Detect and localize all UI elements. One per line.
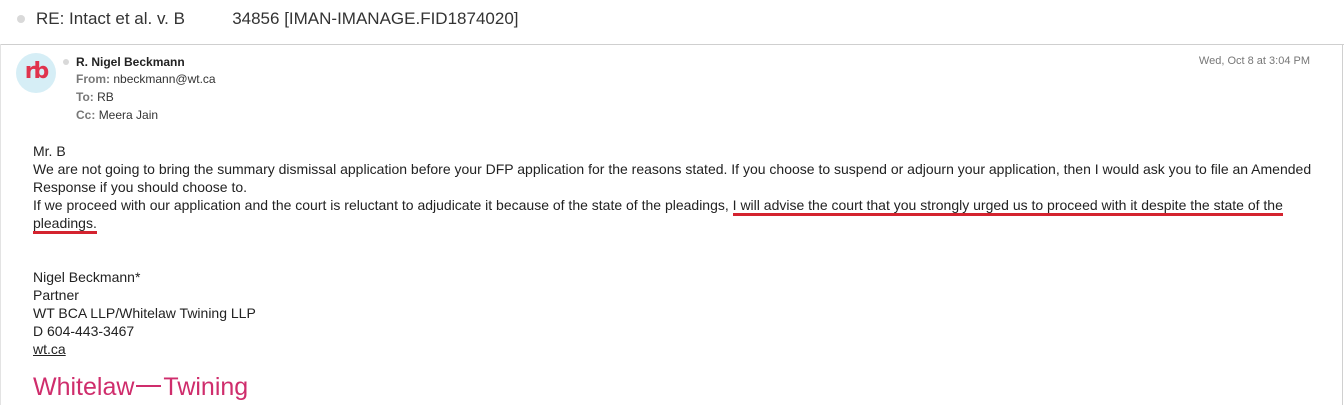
from-address[interactable]: nbeckmann@wt.ca <box>113 72 215 86</box>
avatar-initials: rb <box>24 59 50 84</box>
body-paragraph-1: We are not going to bring the summary di… <box>33 161 1312 195</box>
signature-name: Nigel Beckmann* <box>33 269 141 285</box>
logo-left-text: Whitelaw <box>33 373 135 401</box>
firm-logo: Whitelaw Twining <box>33 373 248 402</box>
from-row: From: nbeckmann@wt.ca <box>76 72 216 86</box>
sender-avatar[interactable]: rb <box>16 53 56 93</box>
unread-dot-icon <box>17 15 25 23</box>
body-paragraph-2-text: If we proceed with our application and t… <box>33 197 733 213</box>
to-label: To: <box>76 90 94 104</box>
from-label: From: <box>76 72 110 86</box>
subject-bar: RE: Intact et al. v. B 34856 [IMAN-IMANA… <box>0 0 1344 45</box>
signature-title: Partner <box>33 287 79 303</box>
body-greeting: Mr. B <box>33 143 66 159</box>
logo-dash <box>136 385 162 388</box>
signature-website-link[interactable]: wt.ca <box>33 341 66 357</box>
sender-name[interactable]: R. Nigel Beckmann <box>76 55 185 69</box>
cc-label: Cc: <box>76 108 96 122</box>
message-body: Mr. B We are not going to bring the summ… <box>33 142 1323 234</box>
signature-phone: D 604-443-3467 <box>33 323 135 339</box>
cc-recipient[interactable]: Meera Jain <box>99 108 158 122</box>
presence-dot-icon <box>63 59 69 65</box>
signature-firm: WT BCA LLP/Whitelaw Twining LLP <box>33 305 256 321</box>
to-recipient[interactable]: RB <box>97 90 114 104</box>
email-subject: RE: Intact et al. v. B 34856 [IMAN-IMANA… <box>36 9 519 28</box>
message-date: Wed, Oct 8 at 3:04 PM <box>1198 55 1310 67</box>
logo-right-text: Twining <box>163 373 249 401</box>
to-row: To: RB <box>76 90 114 104</box>
body-paragraph-2: If we proceed with our application and t… <box>33 196 1323 234</box>
cc-row: Cc: Meera Jain <box>76 108 158 122</box>
signature: Nigel Beckmann* Partner WT BCA LLP/White… <box>33 268 256 358</box>
